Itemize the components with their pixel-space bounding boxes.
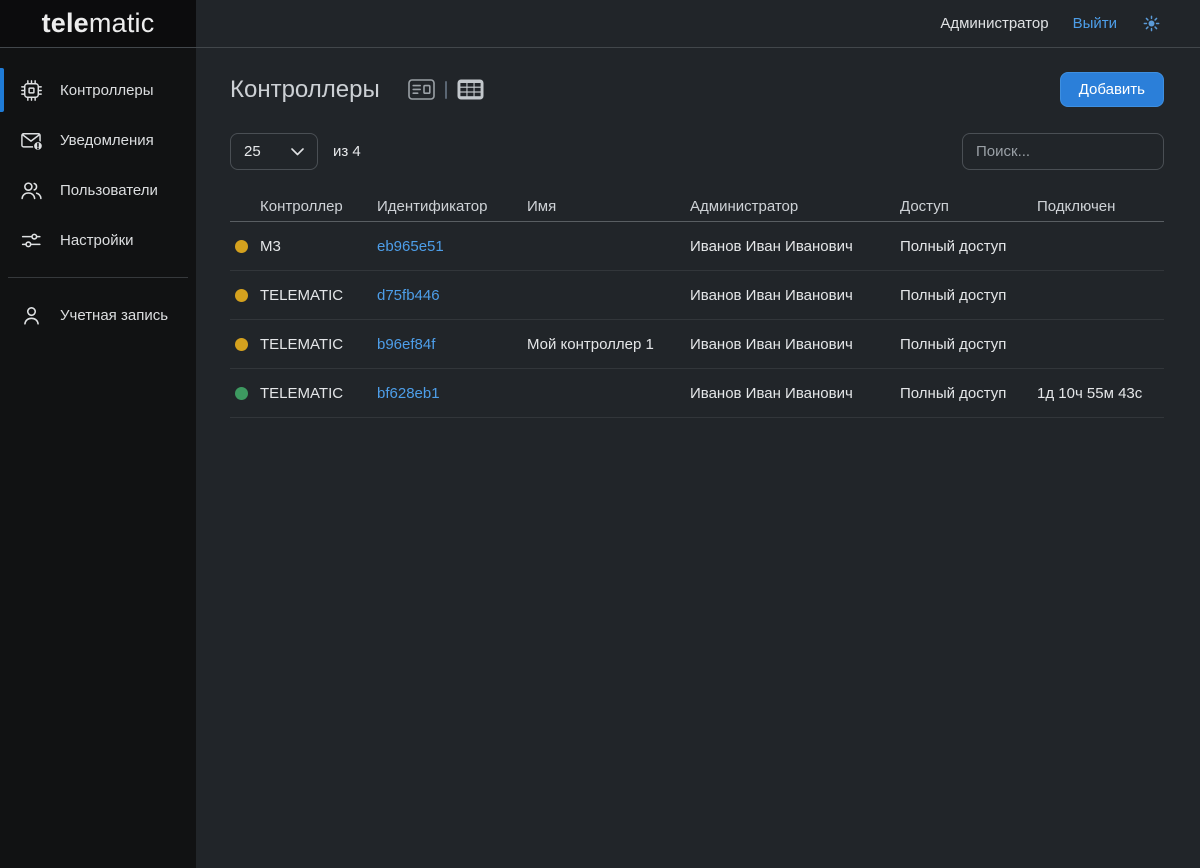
identifier-link[interactable]: bf628eb1: [377, 385, 527, 402]
name-cell: Мой контроллер 1: [527, 336, 690, 353]
controllers-table: Контроллер Идентификатор Имя Администрат…: [230, 192, 1164, 418]
sidebar-item-label: Настройки: [60, 232, 134, 249]
status-dot: [235, 338, 248, 351]
view-toggle-separator: [445, 81, 447, 99]
add-button[interactable]: Добавить: [1060, 72, 1164, 107]
brand-logo: telematic: [0, 0, 196, 47]
admin-cell: Иванов Иван Иванович: [690, 238, 900, 255]
sidebar-item-controllers[interactable]: Контроллеры: [0, 65, 196, 115]
status-dot: [235, 289, 248, 302]
table-row[interactable]: TELEMATIC bf628eb1 Иванов Иван Иванович …: [230, 369, 1164, 418]
mail-alert-icon: [18, 128, 44, 153]
brand-logo-light: matic: [89, 8, 155, 39]
identifier-link[interactable]: eb965e51: [377, 238, 527, 255]
theme-toggle-button[interactable]: [1141, 13, 1162, 34]
admin-cell: Иванов Иван Иванович: [690, 336, 900, 353]
table-row[interactable]: М3 eb965e51 Иванов Иван Иванович Полный …: [230, 222, 1164, 271]
sidebar-item-notifications[interactable]: Уведомления: [0, 115, 196, 165]
sidebar-item-label: Пользователи: [60, 182, 158, 199]
app-window: telematic Администратор Выйти: [0, 0, 1200, 868]
access-cell: Полный доступ: [900, 336, 1037, 353]
page-size-select[interactable]: 25: [230, 133, 318, 170]
identifier-link[interactable]: d75fb446: [377, 287, 527, 304]
column-header: Имя: [527, 198, 690, 215]
status-dot: [235, 387, 248, 400]
sidebar-item-settings[interactable]: Настройки: [0, 215, 196, 265]
cpu-icon: [18, 78, 44, 103]
sliders-icon: [18, 228, 44, 253]
access-cell: Полный доступ: [900, 287, 1037, 304]
view-toggles: [408, 79, 484, 100]
identifier-link[interactable]: b96ef84f: [377, 336, 527, 353]
sidebar: Контроллеры Уведомления: [0, 48, 196, 868]
table-row[interactable]: TELEMATIC b96ef84f Мой контроллер 1 Иван…: [230, 320, 1164, 369]
total-count-label: из 4: [333, 143, 361, 160]
topbar-right: Администратор Выйти: [196, 0, 1200, 47]
current-user-label: Администратор: [940, 15, 1048, 32]
table-row[interactable]: TELEMATIC d75fb446 Иванов Иван Иванович …: [230, 271, 1164, 320]
page-header: Контроллеры: [230, 72, 1164, 107]
logout-link[interactable]: Выйти: [1073, 15, 1117, 32]
search-input[interactable]: [962, 133, 1164, 170]
brand-logo-bold: tele: [42, 8, 89, 39]
column-header: Идентификатор: [377, 198, 527, 215]
connected-cell: 1д 10ч 55м 43с: [1037, 385, 1164, 402]
page-title: Контроллеры: [230, 76, 380, 104]
sidebar-item-label: Учетная запись: [60, 307, 168, 324]
table-header-row: Контроллер Идентификатор Имя Администрат…: [230, 192, 1164, 222]
admin-cell: Иванов Иван Иванович: [690, 385, 900, 402]
person-icon: [18, 303, 44, 328]
column-header: Администратор: [690, 198, 900, 215]
card-view-icon[interactable]: [408, 79, 435, 100]
controller-cell: М3: [260, 238, 377, 255]
sidebar-item-label: Уведомления: [60, 132, 154, 149]
column-header: Контроллер: [260, 198, 377, 215]
table-view-icon[interactable]: [457, 79, 484, 100]
users-icon: [18, 178, 44, 203]
sidebar-item-account[interactable]: Учетная запись: [0, 290, 196, 340]
access-cell: Полный доступ: [900, 238, 1037, 255]
page-size-value: 25: [244, 143, 261, 160]
controls-row: 25 из 4: [230, 133, 1164, 170]
controller-cell: TELEMATIC: [260, 385, 377, 402]
chevron-down-icon: [291, 148, 304, 156]
topbar: telematic Администратор Выйти: [0, 0, 1200, 48]
column-header: Доступ: [900, 198, 1037, 215]
main-content: Контроллеры: [196, 48, 1200, 868]
status-dot: [235, 240, 248, 253]
controller-cell: TELEMATIC: [260, 287, 377, 304]
column-header: Подключен: [1037, 198, 1164, 215]
controller-cell: TELEMATIC: [260, 336, 377, 353]
sidebar-divider: [8, 277, 188, 278]
sun-icon: [1141, 13, 1162, 34]
layout-body: Контроллеры Уведомления: [0, 48, 1200, 868]
active-indicator: [0, 68, 4, 112]
access-cell: Полный доступ: [900, 385, 1037, 402]
admin-cell: Иванов Иван Иванович: [690, 287, 900, 304]
sidebar-item-label: Контроллеры: [60, 82, 154, 99]
sidebar-item-users[interactable]: Пользователи: [0, 165, 196, 215]
